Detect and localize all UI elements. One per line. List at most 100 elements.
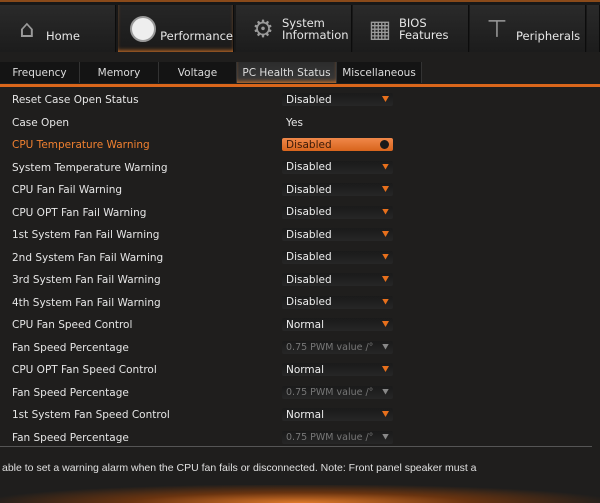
setting-dropdown[interactable]: Normal [282, 318, 393, 331]
setting-label: CPU Temperature Warning [12, 139, 150, 151]
setting-dropdown[interactable]: Disabled [282, 138, 393, 151]
dropdown-value: Disabled [286, 183, 332, 196]
setting-row: System Temperature Warning Disabled [12, 160, 402, 176]
tab-performance[interactable]: Performance [118, 5, 234, 52]
setting-label: 1st System Fan Speed Control [12, 409, 170, 421]
tab-system-information[interactable]: ⚙ System Information [236, 5, 352, 52]
setting-dropdown[interactable]: Disabled [282, 160, 393, 174]
dropdown-value: 0.75 PWM value /° [286, 431, 374, 443]
subtab-frequency[interactable]: Frequency [0, 62, 80, 83]
dropdown-value: Disabled [286, 138, 332, 151]
dropdown-value: Disabled [286, 251, 332, 263]
chevron-down-icon [382, 276, 389, 282]
setting-label: CPU Fan Fail Warning [12, 184, 123, 196]
setting-label: Case Open [12, 116, 70, 129]
setting-row: CPU Fan Speed Control Normal [12, 317, 402, 333]
chevron-down-icon [382, 321, 389, 327]
setting-dropdown[interactable]: Normal [282, 363, 393, 376]
dropdown-value: 0.75 PWM value /° [286, 386, 374, 398]
setting-row: 2nd System Fan Fail Warning Disabled [12, 250, 402, 266]
tab-label-line2: Features [399, 27, 449, 42]
setting-label: CPU OPT Fan Fail Warning [12, 206, 147, 219]
setting-row: Case Open Yes [12, 115, 402, 131]
chevron-down-icon [382, 231, 389, 237]
setting-label: CPU Fan Speed Control [12, 319, 133, 331]
subtab-miscellaneous[interactable]: Miscellaneous [337, 62, 422, 83]
subtab-memory[interactable]: Memory [80, 62, 159, 83]
peripherals-icon: ⊤ [486, 14, 508, 43]
dropdown-value: Normal [286, 408, 324, 421]
subtab-pc-health-status[interactable]: PC Health Status [237, 62, 337, 83]
setting-dropdown[interactable]: Disabled [282, 183, 393, 196]
chevron-down-icon [380, 140, 389, 149]
setting-label: Fan Speed Percentage [12, 431, 129, 444]
setting-row: 3rd System Fan Fail Warning Disabled [12, 272, 402, 288]
setting-dropdown[interactable]: Disabled [282, 250, 393, 264]
setting-dropdown[interactable]: Disabled [282, 273, 393, 286]
tab-bios-features[interactable]: ▦ BIOS Features [353, 5, 469, 52]
setting-dropdown[interactable]: Disabled [282, 93, 393, 106]
setting-row: CPU Fan Fail Warning Disabled [12, 182, 402, 198]
tab-peripherals[interactable]: ⊤ Peripherals [470, 5, 586, 52]
dropdown-value: Disabled [286, 228, 332, 241]
dropdown-value: 0.75 PWM value /° [286, 341, 374, 353]
chevron-down-icon [382, 208, 389, 215]
setting-row: Fan Speed Percentage 0.75 PWM value /° [12, 430, 402, 446]
setting-row: CPU OPT Fan Speed Control Normal [12, 362, 402, 378]
setting-row: Fan Speed Percentage 0.75 PWM value /° [12, 340, 402, 356]
chevron-down-icon [382, 366, 389, 372]
chevron-down-icon [382, 433, 389, 440]
sub-nav: Frequency Memory Voltage PC Health Statu… [0, 62, 424, 83]
tab-home[interactable]: ⌂ Home [0, 5, 116, 52]
subtab-voltage[interactable]: Voltage [159, 62, 237, 83]
setting-label: Reset Case Open Status [12, 94, 139, 106]
setting-label: Fan Speed Percentage [12, 341, 129, 354]
setting-label: 3rd System Fan Fail Warning [12, 274, 161, 286]
setting-row: Fan Speed Percentage 0.75 PWM value /° [12, 385, 402, 401]
tab-more[interactable] [587, 5, 600, 52]
setting-row: Reset Case Open Status Disabled [12, 92, 402, 108]
setting-dropdown[interactable]: Disabled [282, 205, 393, 219]
help-text: able to set a warning alarm when the CPU… [2, 462, 477, 474]
gauge-icon [130, 14, 157, 44]
chevron-down-icon [382, 298, 389, 305]
setting-label: 1st System Fan Fail Warning [12, 229, 160, 241]
setting-dropdown: 0.75 PWM value /° [282, 340, 393, 354]
setting-dropdown: 0.75 PWM value /° [282, 430, 393, 444]
setting-dropdown[interactable]: Normal [282, 408, 393, 421]
setting-row: 1st System Fan Fail Warning Disabled [12, 227, 402, 243]
dropdown-value: Normal [286, 363, 324, 376]
decorative-glow [0, 485, 600, 503]
setting-label: 2nd System Fan Fail Warning [12, 251, 164, 264]
setting-row: 1st System Fan Speed Control Normal [12, 407, 402, 423]
setting-label: Fan Speed Percentage [12, 386, 129, 399]
setting-value: Yes [286, 116, 303, 129]
main-nav: ⌂ Home Performance ⚙ System Information ▦… [0, 0, 600, 52]
home-icon: ⌂ [19, 14, 35, 43]
dropdown-value: Disabled [286, 206, 332, 218]
dropdown-value: Normal [286, 318, 324, 331]
dropdown-value: Disabled [286, 273, 332, 286]
chevron-down-icon [382, 388, 389, 395]
setting-label: 4th System Fan Fail Warning [12, 296, 161, 309]
setting-dropdown: 0.75 PWM value /° [282, 385, 393, 399]
chevron-down-icon [382, 186, 389, 192]
chevron-down-icon [382, 163, 389, 170]
divider [0, 84, 600, 87]
dropdown-value: Disabled [286, 93, 332, 106]
setting-label: System Temperature Warning [12, 161, 168, 174]
setting-dropdown[interactable]: Disabled [282, 228, 393, 241]
setting-label: CPU OPT Fan Speed Control [12, 364, 157, 376]
chevron-down-icon [382, 343, 389, 350]
setting-row: 4th System Fan Fail Warning Disabled [12, 295, 402, 311]
divider [0, 446, 592, 447]
tab-label-line2: Information [282, 27, 349, 42]
chevron-down-icon [382, 253, 389, 260]
chevron-down-icon [382, 96, 389, 102]
setting-dropdown[interactable]: Disabled [282, 295, 393, 309]
chevron-down-icon [382, 411, 389, 417]
chip-icon: ▦ [368, 14, 392, 43]
gear-icon: ⚙ [252, 14, 274, 43]
setting-row: CPU OPT Fan Fail Warning Disabled [12, 205, 402, 221]
dropdown-value: Disabled [286, 161, 332, 173]
